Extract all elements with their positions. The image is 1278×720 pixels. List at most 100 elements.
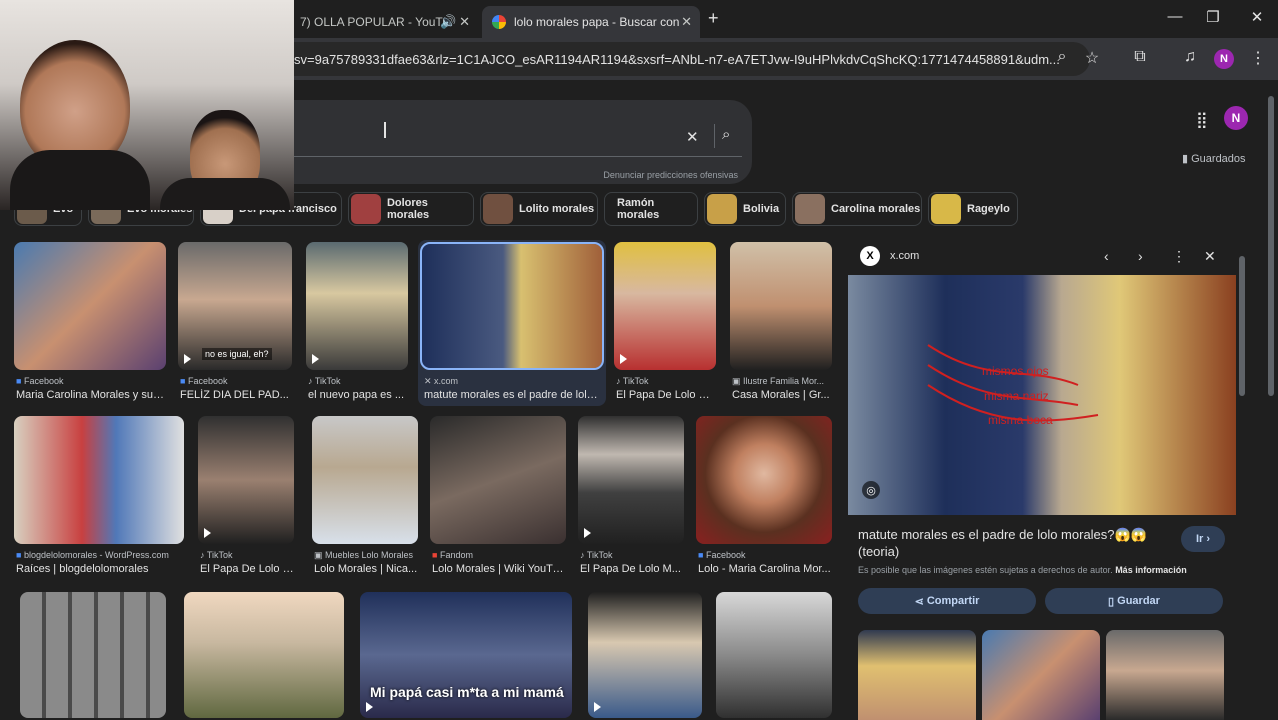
- annotation-label: mismos ojos: [982, 364, 1049, 378]
- share-button[interactable]: ⋖ Compartir: [858, 588, 1036, 614]
- new-tab-button[interactable]: +: [708, 8, 719, 29]
- more-options-icon[interactable]: ⋮: [1172, 248, 1186, 265]
- bookmark-icon: ▯: [1108, 595, 1118, 608]
- maximize-icon[interactable]: ❐: [1198, 8, 1228, 26]
- scrollbar-thumb[interactable]: [1268, 96, 1274, 396]
- panel-title[interactable]: matute morales es el padre de lolo moral…: [858, 526, 1158, 560]
- media-controls-icon[interactable]: ♫: [1178, 48, 1202, 66]
- search-icon[interactable]: ⌕: [722, 126, 730, 143]
- chip-rageylo[interactable]: Rageylo: [928, 192, 1018, 226]
- result-image: [20, 592, 166, 718]
- result-title: Lolo Morales | Wiki YouTu...: [432, 563, 566, 575]
- result-image: [430, 416, 566, 544]
- notice-text: Es posible que las imágenes estén sujeta…: [858, 565, 1113, 575]
- webcam-overlay: [0, 0, 294, 210]
- next-arrow-icon[interactable]: ›: [1138, 248, 1143, 264]
- result-image: [312, 416, 418, 544]
- panel-preview-image[interactable]: mismos ojos misma nariz misma boca ◎: [848, 275, 1236, 515]
- tab-youtube[interactable]: 7) OLLA POPULAR - YouTu 🔊 ✕: [290, 6, 478, 38]
- result-card[interactable]: ▣ Ilustre Familia Mor... Casa Morales | …: [730, 242, 832, 402]
- extensions-icon[interactable]: ⧉: [1128, 48, 1152, 66]
- visit-button[interactable]: Ir ›: [1181, 526, 1225, 552]
- related-image[interactable]: [982, 630, 1100, 720]
- divider: [280, 156, 742, 157]
- result-card[interactable]: ♪ TikTok El Papa De Lolo M...: [578, 416, 684, 576]
- result-card[interactable]: [20, 592, 166, 718]
- panel-scrollbar[interactable]: [1238, 242, 1246, 692]
- account-initial: N: [1224, 106, 1248, 130]
- zoom-search-icon[interactable]: ⌕: [1050, 48, 1074, 66]
- account-avatar[interactable]: N: [1224, 106, 1248, 130]
- chip-dolores-morales[interactable]: Dolores morales: [348, 192, 474, 226]
- result-card[interactable]: Mi papá casi m*ta a mi mamá: [360, 592, 572, 718]
- speaker-icon[interactable]: 🔊: [440, 14, 456, 30]
- related-image[interactable]: [858, 630, 976, 720]
- result-card[interactable]: ♪ TikTok el nuevo papa es ...: [306, 242, 408, 402]
- result-card[interactable]: [184, 592, 344, 718]
- profile-initial: N: [1214, 49, 1234, 69]
- result-source: ▣ Ilustre Familia Mor...: [732, 376, 825, 386]
- apps-grid-icon[interactable]: ⣿: [1196, 110, 1208, 130]
- play-icon: [204, 528, 211, 538]
- result-card[interactable]: ■ Fandom Lolo Morales | Wiki YouTu...: [430, 416, 566, 576]
- result-card[interactable]: ▣ Muebles Lolo Morales Lolo Morales | Ni…: [312, 416, 418, 576]
- result-title: Casa Morales | Gr...: [732, 389, 830, 401]
- visit-label: Ir: [1195, 533, 1204, 545]
- result-card[interactable]: ■ blogdelolomorales - WordPress.com Raíc…: [14, 416, 184, 576]
- panel-site[interactable]: x.com: [890, 250, 919, 262]
- url-text: sv=9a75789331dfae63&rlz=1C1AJCO_esAR1194…: [294, 51, 1060, 67]
- close-tab-icon[interactable]: ✕: [459, 14, 470, 30]
- chip-label: Carolina morales: [831, 203, 921, 215]
- menu-kebab-icon[interactable]: ⋮: [1246, 48, 1270, 68]
- result-card[interactable]: [588, 592, 702, 718]
- google-favicon-icon: [492, 15, 506, 29]
- result-title: FELÍZ DIA DEL PAD...: [180, 389, 289, 401]
- result-source: ■ blogdelolomorales - WordPress.com: [16, 550, 169, 560]
- result-image: [696, 416, 832, 544]
- lens-icon[interactable]: ◎: [862, 481, 880, 499]
- result-card[interactable]: ■ Facebook Maria Carolina Morales y su p…: [14, 242, 166, 402]
- chip-label: Rageylo: [967, 203, 1010, 215]
- related-image[interactable]: [1106, 630, 1224, 720]
- save-button[interactable]: ▯ Guardar: [1045, 588, 1223, 614]
- more-info-link[interactable]: Más información: [1115, 565, 1187, 575]
- x-logo-icon: X: [860, 246, 880, 266]
- text-cursor: [384, 122, 386, 138]
- search-box[interactable]: ✕ ⌕ Denunciar predicciones ofensivas: [240, 100, 752, 184]
- close-tab-icon[interactable]: ✕: [681, 14, 692, 30]
- save-label: Guardar: [1117, 595, 1160, 607]
- result-title: matute morales es el padre de lolo ...: [424, 389, 602, 401]
- result-card[interactable]: ♪ TikTok El Papa De Lolo M...: [198, 416, 294, 576]
- clear-search-icon[interactable]: ✕: [686, 128, 699, 146]
- close-window-icon[interactable]: ✕: [1242, 8, 1272, 26]
- saved-link[interactable]: ▮ Guardados: [1182, 152, 1246, 165]
- scrollbar-thumb[interactable]: [1239, 256, 1245, 396]
- chip-label: Dolores morales: [386, 197, 430, 221]
- close-panel-icon[interactable]: ✕: [1204, 248, 1216, 265]
- result-card[interactable]: [716, 592, 832, 718]
- result-title: El Papa De Lolo M...: [580, 563, 681, 575]
- report-predictions-link[interactable]: Denunciar predicciones ofensivas: [603, 170, 738, 180]
- result-source: ♪ TikTok: [580, 550, 613, 560]
- result-card[interactable]: no es igual, eh? ■ Facebook FELÍZ DIA DE…: [178, 242, 292, 402]
- result-card[interactable]: ♪ TikTok El Papa De Lolo M...: [614, 242, 716, 402]
- chip-carolina-morales[interactable]: Carolina morales: [792, 192, 922, 226]
- address-bar[interactable]: sv=9a75789331dfae63&rlz=1C1AJCO_esAR1194…: [240, 42, 1090, 76]
- result-title: el nuevo papa es ...: [308, 389, 405, 401]
- result-image: [306, 242, 408, 370]
- chip-ramon-morales[interactable]: Ramón morales: [604, 192, 698, 226]
- chip-lolito-morales[interactable]: Lolito morales: [480, 192, 598, 226]
- result-card[interactable]: ■ Facebook Lolo - Maria Carolina Mor...: [696, 416, 832, 576]
- result-card-selected[interactable]: ✕ x.com matute morales es el padre de lo…: [418, 240, 606, 406]
- tab-google-search[interactable]: lolo morales papa - Buscar con ✕: [482, 6, 700, 38]
- chip-thumbnail: [707, 194, 737, 224]
- bookmark-star-icon[interactable]: ☆: [1080, 48, 1104, 68]
- play-icon: [366, 702, 373, 712]
- share-icon: ⋖: [914, 595, 927, 608]
- result-source: ■ Facebook: [16, 376, 64, 386]
- profile-avatar[interactable]: N: [1214, 49, 1234, 69]
- page-scrollbar[interactable]: [1264, 80, 1278, 720]
- chip-bolivia[interactable]: Bolivia: [704, 192, 786, 226]
- minimize-icon[interactable]: —: [1160, 8, 1190, 25]
- prev-arrow-icon[interactable]: ‹: [1104, 248, 1109, 264]
